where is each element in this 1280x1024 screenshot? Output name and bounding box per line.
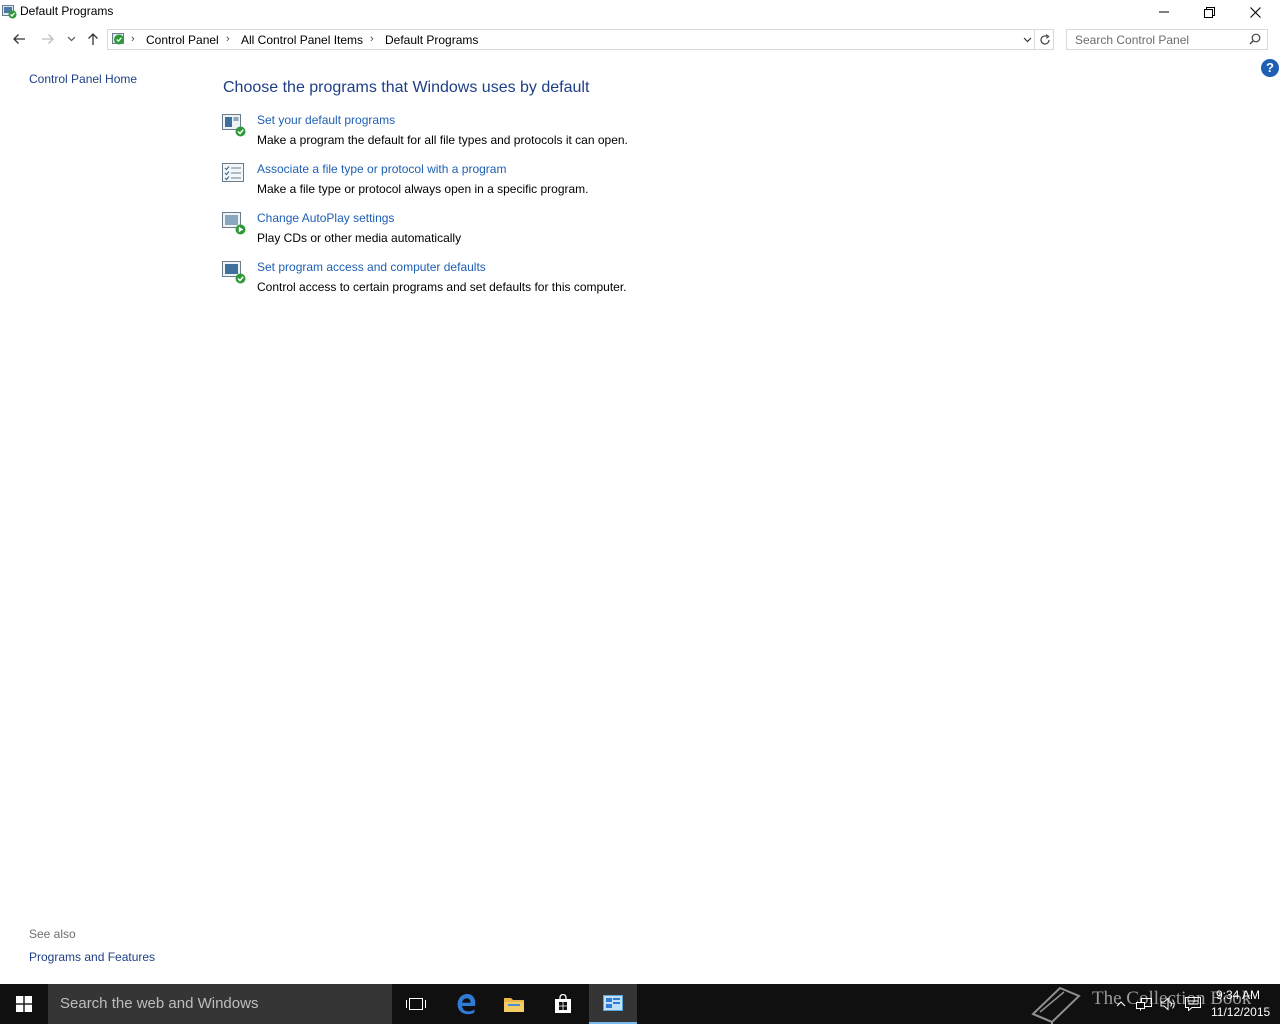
breadcrumb-default-programs[interactable]: Default Programs (385, 33, 478, 47)
task-description: Play CDs or other media automatically (257, 231, 462, 245)
programs-and-features-link[interactable]: Programs and Features (29, 950, 155, 964)
task-item: Set program access and computer defaults… (221, 260, 821, 304)
change-autoplay-settings-link[interactable]: Change AutoPlay settings (257, 211, 394, 225)
chevron-down-icon (1023, 37, 1031, 42)
breadcrumb-control-panel[interactable]: Control Panel (146, 33, 219, 47)
up-button[interactable] (84, 27, 102, 51)
set-program-access-link[interactable]: Set program access and computer defaults (257, 260, 486, 274)
taskbar-search-box[interactable]: Search the web and Windows (48, 984, 392, 1024)
search-box[interactable]: Search Control Panel (1066, 29, 1268, 50)
forward-button[interactable] (37, 27, 59, 51)
search-placeholder: Search Control Panel (1075, 33, 1190, 47)
back-arrow-icon (13, 34, 25, 44)
up-arrow-icon (88, 33, 98, 45)
chevron-down-icon (67, 36, 75, 42)
address-bar[interactable]: › Control Panel › All Control Panel Item… (107, 29, 1054, 50)
task-item: Associate a file type or protocol with a… (221, 162, 821, 206)
help-icon: ? (1266, 60, 1274, 75)
control-panel-icon (603, 995, 623, 1011)
task-view-button[interactable] (392, 984, 440, 1024)
set-default-programs-link[interactable]: Set your default programs (257, 113, 395, 127)
action-center-tray-button[interactable] (1183, 984, 1203, 1024)
program-access-icon (222, 261, 246, 284)
task-view-icon (406, 998, 426, 1010)
windows-logo-icon (16, 996, 32, 1012)
taskbar-search-placeholder: Search the web and Windows (60, 995, 259, 1012)
back-button[interactable] (8, 27, 30, 51)
chevron-up-icon (1116, 1001, 1126, 1007)
minimize-icon (1159, 11, 1169, 13)
breadcrumb-all-control-panel-items[interactable]: All Control Panel Items (241, 33, 363, 47)
network-tray-button[interactable] (1134, 984, 1154, 1024)
show-hidden-icons-button[interactable] (1112, 984, 1130, 1024)
volume-icon (1160, 997, 1175, 1011)
network-icon (1136, 998, 1152, 1011)
file-association-list-icon (222, 163, 244, 182)
store-taskbar-button[interactable] (539, 984, 587, 1024)
search-icon (1249, 33, 1261, 45)
control-panel-taskbar-button[interactable] (589, 984, 637, 1024)
chevron-right-icon: › (131, 33, 135, 45)
default-programs-check-icon (222, 114, 246, 137)
start-button[interactable] (0, 984, 48, 1024)
file-explorer-taskbar-button[interactable] (490, 984, 538, 1024)
control-panel-icon (112, 33, 124, 45)
navigation-bar: › Control Panel › All Control Panel Item… (0, 27, 1280, 53)
window-title: Default Programs (20, 4, 114, 18)
clock-date[interactable]: 11/12/2015 (1211, 1005, 1270, 1019)
task-item: Change AutoPlay settings Play CDs or oth… (221, 211, 821, 255)
close-icon (1249, 6, 1261, 18)
book-logo-icon (1031, 986, 1081, 1024)
restore-button[interactable] (1186, 0, 1232, 24)
close-button[interactable] (1232, 0, 1278, 24)
task-description: Control access to certain programs and s… (257, 280, 627, 294)
restore-icon (1203, 6, 1215, 18)
clock-time[interactable]: 9:34 AM (1216, 988, 1260, 1002)
autoplay-icon (222, 212, 246, 235)
task-item: Set your default programs Make a program… (221, 113, 821, 157)
control-panel-home-link[interactable]: Control Panel Home (29, 72, 137, 86)
default-programs-icon (2, 5, 17, 19)
store-bag-icon (555, 994, 571, 1013)
refresh-button[interactable] (1034, 30, 1055, 49)
page-title: Choose the programs that Windows uses by… (223, 79, 590, 96)
associate-file-type-link[interactable]: Associate a file type or protocol with a… (257, 162, 506, 176)
volume-tray-button[interactable] (1158, 984, 1178, 1024)
chevron-right-icon: › (226, 33, 230, 45)
help-button[interactable]: ? (1261, 59, 1279, 77)
taskbar: Search the web and Windows The Collectio… (0, 984, 1280, 1024)
edge-browser-icon (457, 994, 476, 1015)
folder-icon (504, 998, 524, 1012)
task-description: Make a file type or protocol always open… (257, 182, 589, 196)
see-also-label: See also (29, 927, 76, 941)
task-description: Make a program the default for all file … (257, 133, 628, 147)
minimize-button[interactable] (1141, 0, 1187, 24)
action-center-icon (1185, 997, 1201, 1011)
title-bar: Default Programs (0, 0, 1280, 24)
forward-arrow-icon (42, 34, 54, 44)
recent-locations-button[interactable] (64, 27, 78, 51)
edge-taskbar-button[interactable] (442, 984, 490, 1024)
chevron-right-icon: › (370, 33, 374, 45)
refresh-icon (1040, 33, 1050, 45)
